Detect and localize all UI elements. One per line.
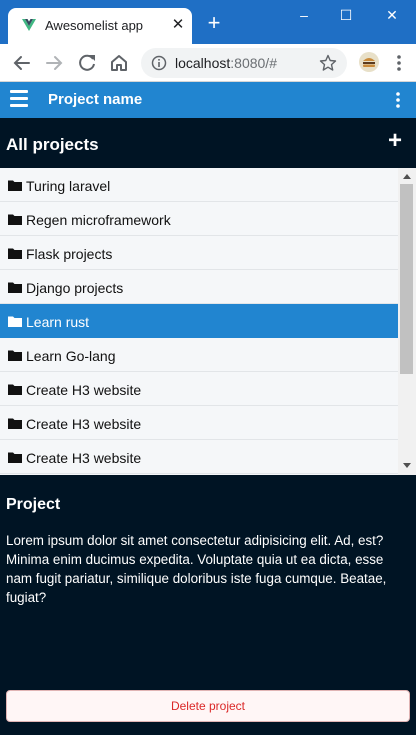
projects-header: All projects + — [0, 118, 416, 168]
list-item-label: Create H3 website — [26, 382, 142, 398]
scrollbar-thumb[interactable] — [400, 184, 413, 374]
address-bar[interactable]: localhost:8080/# — [141, 48, 347, 78]
add-project-button[interactable]: + — [383, 129, 407, 154]
project-description: Lorem ipsum dolor sit amet consectetur a… — [6, 533, 387, 605]
folder-icon — [8, 282, 22, 293]
list-item[interactable]: Learn Go-lang — [0, 338, 398, 372]
list-item-label: Django projects — [26, 280, 124, 296]
list-item-label: Learn Go-lang — [26, 348, 116, 364]
hamburger-menu-icon[interactable] — [10, 90, 30, 108]
home-icon[interactable] — [106, 50, 132, 76]
maximize-button[interactable]: ☐ — [332, 4, 360, 26]
list-item-label: Flask projects — [26, 246, 113, 262]
list-scrollbar[interactable] — [398, 168, 416, 475]
tab-close-icon[interactable]: ✕ — [168, 15, 188, 35]
vue-logo-icon — [22, 19, 36, 31]
project-list[interactable]: Turing laravel Regen microframework Flas… — [0, 168, 416, 475]
minimize-button[interactable]: – — [290, 4, 318, 26]
bookmark-star-icon[interactable] — [319, 54, 337, 72]
project-detail-title: Project — [6, 496, 61, 513]
list-item[interactable]: Regen microframework — [0, 202, 398, 236]
folder-icon — [8, 214, 22, 225]
list-item[interactable]: Create H3 website — [0, 372, 398, 406]
folder-icon — [8, 180, 22, 191]
tab-title: Awesomelist app — [45, 18, 144, 33]
reload-icon[interactable] — [74, 50, 100, 76]
list-item-label: Turing laravel — [26, 178, 111, 194]
all-projects-heading: All projects — [6, 135, 99, 154]
burger-avatar-icon — [363, 58, 375, 67]
browser-toolbar: localhost:8080/# — [0, 44, 416, 82]
project-name-title: Project name — [48, 91, 143, 108]
folder-icon — [8, 248, 22, 259]
list-item-selected[interactable]: Learn rust — [0, 304, 398, 338]
folder-icon — [8, 384, 22, 395]
profile-avatar[interactable] — [359, 52, 379, 72]
scroll-up-arrow-icon[interactable] — [402, 173, 412, 181]
folder-icon — [8, 452, 22, 463]
list-item-label: Create H3 website — [26, 450, 142, 466]
list-item-label: Create H3 website — [26, 416, 142, 432]
list-item[interactable]: Django projects — [0, 270, 398, 304]
folder-icon — [8, 418, 22, 429]
back-arrow-icon[interactable] — [9, 50, 35, 76]
scroll-down-arrow-icon[interactable] — [402, 461, 412, 469]
app-header: Project name — [0, 82, 416, 118]
url-text: localhost:8080/# — [175, 55, 277, 71]
list-item-label: Learn rust — [26, 314, 90, 330]
delete-project-button[interactable]: Delete project — [6, 690, 410, 722]
new-tab-button[interactable]: + — [203, 12, 225, 35]
list-item[interactable]: Create H3 website — [0, 440, 398, 474]
list-item[interactable]: Flask projects — [0, 236, 398, 270]
forward-arrow-icon[interactable] — [41, 50, 67, 76]
browser-tab-bar: Awesomelist app ✕ + – ☐ ✕ — [0, 0, 416, 44]
close-window-button[interactable]: ✕ — [378, 4, 406, 26]
browser-tab[interactable]: Awesomelist app ✕ — [8, 8, 192, 44]
info-icon[interactable] — [151, 55, 167, 71]
more-vertical-icon[interactable] — [392, 91, 404, 109]
folder-icon — [8, 316, 22, 327]
project-detail: Project Lorem ipsum dolor sit amet conse… — [0, 475, 416, 735]
list-item[interactable]: Turing laravel — [0, 168, 398, 202]
list-item[interactable]: Create H3 website — [0, 406, 398, 440]
folder-icon — [8, 350, 22, 361]
browser-menu-icon[interactable] — [392, 52, 406, 74]
list-item-label: Regen microframework — [26, 212, 171, 228]
